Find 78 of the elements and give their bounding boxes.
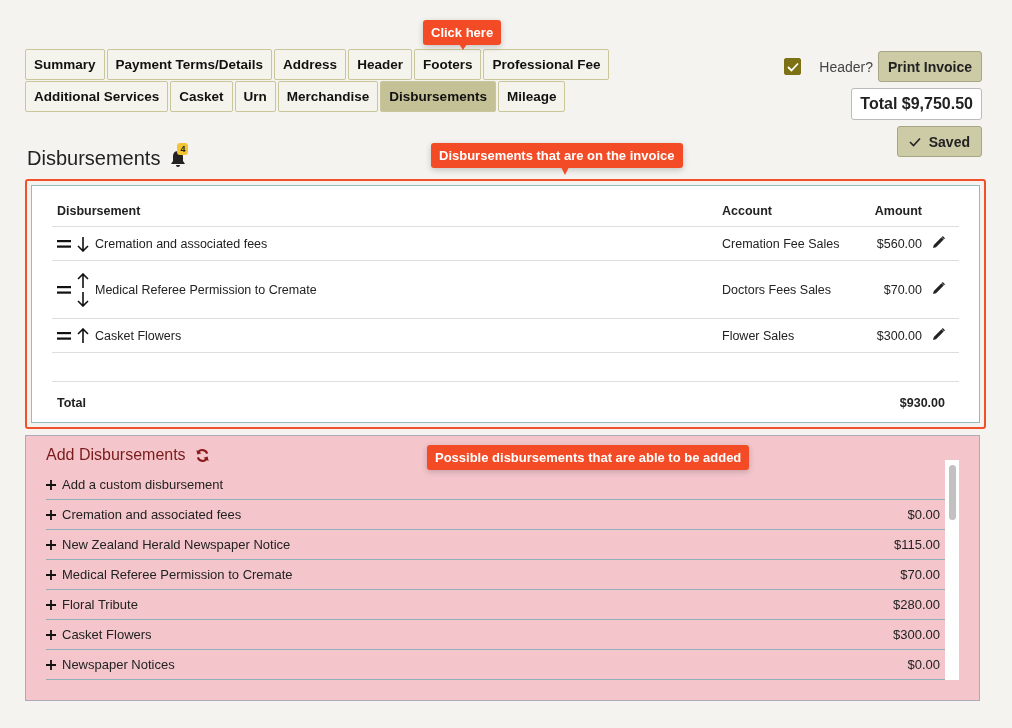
- table-cell: Flower Sales: [717, 318, 857, 353]
- list-item[interactable]: New Zealand Herald Newspaper Notice $115.00: [46, 530, 945, 560]
- tab[interactable]: Disbursements: [380, 81, 496, 112]
- tab[interactable]: Urn: [234, 81, 276, 112]
- scrollbar[interactable]: [945, 460, 959, 680]
- list-item[interactable]: Newspaper Notices $0.00: [46, 650, 945, 680]
- list-item[interactable]: Cremation and associated fees $0.00: [46, 500, 945, 530]
- item-amount: $300.00: [893, 627, 940, 642]
- tab[interactable]: Mileage: [497, 81, 566, 112]
- pencil-icon[interactable]: [932, 235, 945, 249]
- table-cell: Medical Referee Permission to Cremate: [95, 282, 317, 297]
- plus-icon: [46, 629, 56, 640]
- section-title: Disbursements: [27, 147, 161, 170]
- list-item[interactable]: Medical Referee Permission to Cremate $70.00: [46, 560, 945, 590]
- plus-icon: [46, 539, 56, 550]
- plus-icon: [46, 509, 56, 520]
- plus-icon: [46, 659, 56, 670]
- tab[interactable]: Additional Services: [25, 81, 169, 112]
- table-cell: Doctors Fees Sales: [717, 260, 857, 319]
- item-name: Add a custom disbursement: [62, 477, 225, 492]
- down-arrow-icon[interactable]: [77, 290, 89, 307]
- total-amount: $930.00: [857, 381, 959, 410]
- total-label: Total: [52, 381, 717, 410]
- table-cell: Cremation and associated fees: [95, 236, 268, 251]
- list-item[interactable]: Casket Flowers $300.00: [46, 620, 945, 650]
- item-name: Floral Tribute: [62, 597, 139, 612]
- tab[interactable]: Address: [274, 49, 347, 80]
- callout-pointer: [561, 167, 569, 175]
- callout: Click here: [423, 20, 502, 45]
- drag-handle-icon[interactable]: [57, 285, 71, 294]
- saved-button[interactable]: Saved: [896, 126, 982, 157]
- table-cell: Casket Flowers: [95, 328, 182, 343]
- tab[interactable]: Header: [348, 49, 412, 80]
- table-cell: $300.00: [857, 318, 927, 353]
- refresh-icon[interactable]: [194, 447, 210, 463]
- pencil-icon[interactable]: [932, 327, 945, 341]
- item-name: Casket Flowers: [62, 627, 153, 642]
- check-icon: [908, 136, 921, 147]
- callout-pointer: [459, 44, 467, 50]
- table-cell: $560.00: [857, 226, 927, 261]
- invoice-total: Total $9,750.50: [851, 88, 982, 120]
- down-arrow-icon[interactable]: [77, 235, 89, 252]
- header-label: Header?: [819, 58, 873, 75]
- list-item[interactable]: Floral Tribute $280.00: [46, 590, 945, 620]
- column-header: Amount: [857, 200, 927, 227]
- item-amount: $70.00: [900, 567, 940, 582]
- column-header: Disbursement: [52, 200, 717, 227]
- tab[interactable]: Payment Terms/Details: [106, 49, 273, 80]
- tab[interactable]: Summary: [25, 49, 105, 80]
- table-cell: Cremation Fee Sales: [717, 226, 857, 261]
- tab[interactable]: Footers: [413, 49, 482, 80]
- tab[interactable]: Professional Fee: [483, 49, 610, 80]
- item-name: Medical Referee Permission to Cremate: [62, 567, 294, 582]
- item-amount: $280.00: [893, 597, 940, 612]
- item-amount: $0.00: [907, 507, 940, 522]
- plus-icon: [46, 569, 56, 580]
- pencil-icon[interactable]: [932, 281, 945, 295]
- table-cell: $70.00: [857, 260, 927, 319]
- notification-badge: 4: [177, 142, 189, 155]
- drag-handle-icon[interactable]: [57, 239, 71, 248]
- plus-icon: [46, 479, 56, 490]
- item-amount: $115.00: [893, 537, 940, 552]
- plus-icon: [46, 599, 56, 610]
- item-amount: $0.00: [907, 657, 940, 672]
- item-name: Newspaper Notices: [62, 657, 176, 672]
- column-header: Account: [717, 200, 857, 227]
- print-invoice-button[interactable]: Print Invoice: [877, 51, 982, 82]
- item-name: New Zealand Herald Newspaper Notice: [62, 537, 292, 552]
- tab[interactable]: Casket: [170, 81, 233, 112]
- tab[interactable]: Merchandise: [277, 81, 379, 112]
- callout: Disbursements that are on the invoice: [431, 143, 683, 168]
- header-checkbox[interactable]: [784, 58, 802, 75]
- up-arrow-icon[interactable]: [77, 272, 89, 289]
- drag-handle-icon[interactable]: [57, 331, 71, 340]
- callout: Possible disbursements that are able to be added: [427, 445, 750, 470]
- up-arrow-icon[interactable]: [77, 327, 89, 344]
- item-name: Cremation and associated fees: [62, 507, 243, 522]
- panel-title: Add Disbursements: [46, 446, 186, 464]
